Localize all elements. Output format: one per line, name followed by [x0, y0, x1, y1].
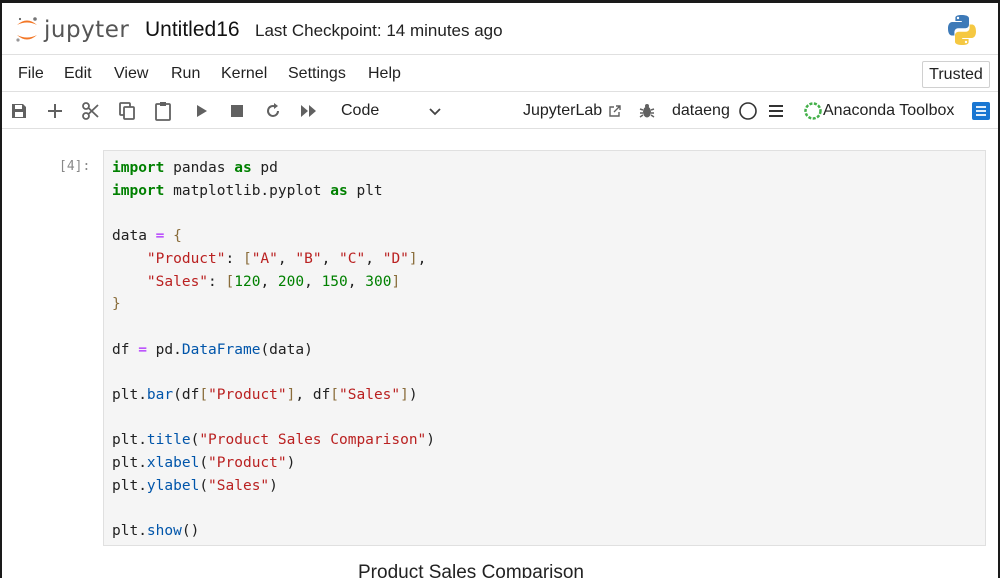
menu-file[interactable]: File [18, 65, 44, 83]
kernel-name[interactable]: dataeng [672, 102, 730, 120]
restart-icon[interactable] [262, 100, 284, 122]
code-line: import pandas as pd [112, 157, 435, 180]
checkpoint-status: Last Checkpoint: 14 minutes ago [255, 21, 503, 40]
trusted-indicator[interactable]: Trusted [922, 61, 990, 88]
cell-type-select[interactable]: Code [337, 100, 447, 122]
menu-edit[interactable]: Edit [64, 65, 92, 83]
paste-icon[interactable] [152, 100, 174, 122]
cut-icon[interactable] [80, 100, 102, 122]
code-line: plt.title("Product Sales Comparison") [112, 429, 435, 452]
anaconda-toolbox-button[interactable]: Anaconda Toolbox [823, 102, 954, 120]
code-line [112, 407, 435, 430]
code-line-8: df = pd.DataFrame(data) [112, 341, 313, 358]
debugger-icon[interactable] [636, 100, 658, 122]
stop-icon[interactable] [226, 100, 248, 122]
menu-lines-icon[interactable] [765, 100, 787, 122]
menu-view[interactable]: View [114, 65, 148, 83]
code-line-14: plt.ylabel("Sales") [112, 477, 278, 494]
jupyter-logo[interactable]: jupyter [14, 11, 134, 49]
external-link-icon[interactable] [604, 100, 626, 122]
code-line-12: plt.title("Product Sales Comparison") [112, 432, 436, 449]
fast-forward-icon[interactable] [298, 100, 320, 122]
code-line-1: import matplotlib.pyplot as plt [112, 182, 383, 199]
code-line [112, 202, 435, 225]
notebook-area: [4]: import pandas as pd import matplotli… [2, 130, 998, 578]
menu-settings[interactable]: Settings [288, 65, 346, 83]
output-chart-title: Product Sales Comparison [358, 562, 584, 578]
code-line: data = { [112, 225, 435, 248]
menu-run[interactable]: Run [171, 65, 200, 83]
notebook-header: jupyter Untitled16 Last Checkpoint: 14 m… [2, 3, 998, 55]
code-cell[interactable]: import pandas as pd import matplotlib.pyp… [103, 150, 986, 546]
save-icon[interactable] [8, 100, 30, 122]
code-line [112, 361, 435, 384]
notebook-title[interactable]: Untitled16 [145, 18, 240, 42]
chevron-down-icon [429, 108, 441, 116]
jupyter-logo-icon [16, 17, 37, 42]
code-line: "Sales": [120, 200, 150, 300] [112, 271, 435, 294]
add-cell-icon[interactable] [44, 100, 66, 122]
code-line: plt.xlabel("Product") [112, 452, 435, 475]
code-line: plt.bar(df["Product"], df["Sales"]) [112, 384, 435, 407]
cell-prompt: [4]: [59, 159, 91, 174]
code-line-6: } [112, 296, 121, 313]
notebook-toolbar: Code JupyterLab dataeng Anaconda Toolbox [2, 93, 998, 129]
code-line-10: plt.bar(df["Product"], df["Sales"]) [112, 387, 418, 404]
code-editor[interactable]: import pandas as pd import matplotlib.pyp… [112, 157, 435, 543]
code-line-5: "Sales": [120, 200, 150, 300] [146, 273, 401, 290]
kernel-status-idle-icon [737, 100, 759, 122]
code-line: } [112, 293, 435, 316]
menu-help[interactable]: Help [368, 65, 401, 83]
code-line-4: "Product": ["A", "B", "C", "D"], [146, 250, 427, 267]
run-icon[interactable] [190, 100, 212, 122]
code-line: plt.ylabel("Sales") [112, 475, 435, 498]
code-line [112, 316, 435, 339]
code-line-13: plt.xlabel("Product") [112, 455, 296, 472]
code-line-16: plt.show() [112, 523, 200, 540]
menu-kernel[interactable]: Kernel [221, 65, 267, 83]
anaconda-ring-icon [802, 100, 824, 122]
menu-bar: File Edit View Run Kernel Settings Help … [2, 56, 998, 92]
copy-icon[interactable] [116, 100, 138, 122]
python-logo-icon [948, 15, 976, 45]
jupyter-logo-text: jupyter [44, 17, 130, 43]
cell-type-value: Code [341, 102, 380, 119]
code-line: "Product": ["A", "B", "C", "D"], [112, 248, 435, 271]
code-line: df = pd.DataFrame(data) [112, 339, 435, 362]
code-line: import matplotlib.pyplot as plt [112, 180, 435, 203]
open-in-jupyterlab-link[interactable]: JupyterLab [523, 102, 602, 120]
property-inspector-icon[interactable] [970, 100, 992, 122]
code-line-0: import pandas as pd [112, 160, 278, 176]
code-line: plt.show() [112, 520, 435, 543]
code-line [112, 498, 435, 521]
code-line-3: data = { [112, 228, 182, 245]
